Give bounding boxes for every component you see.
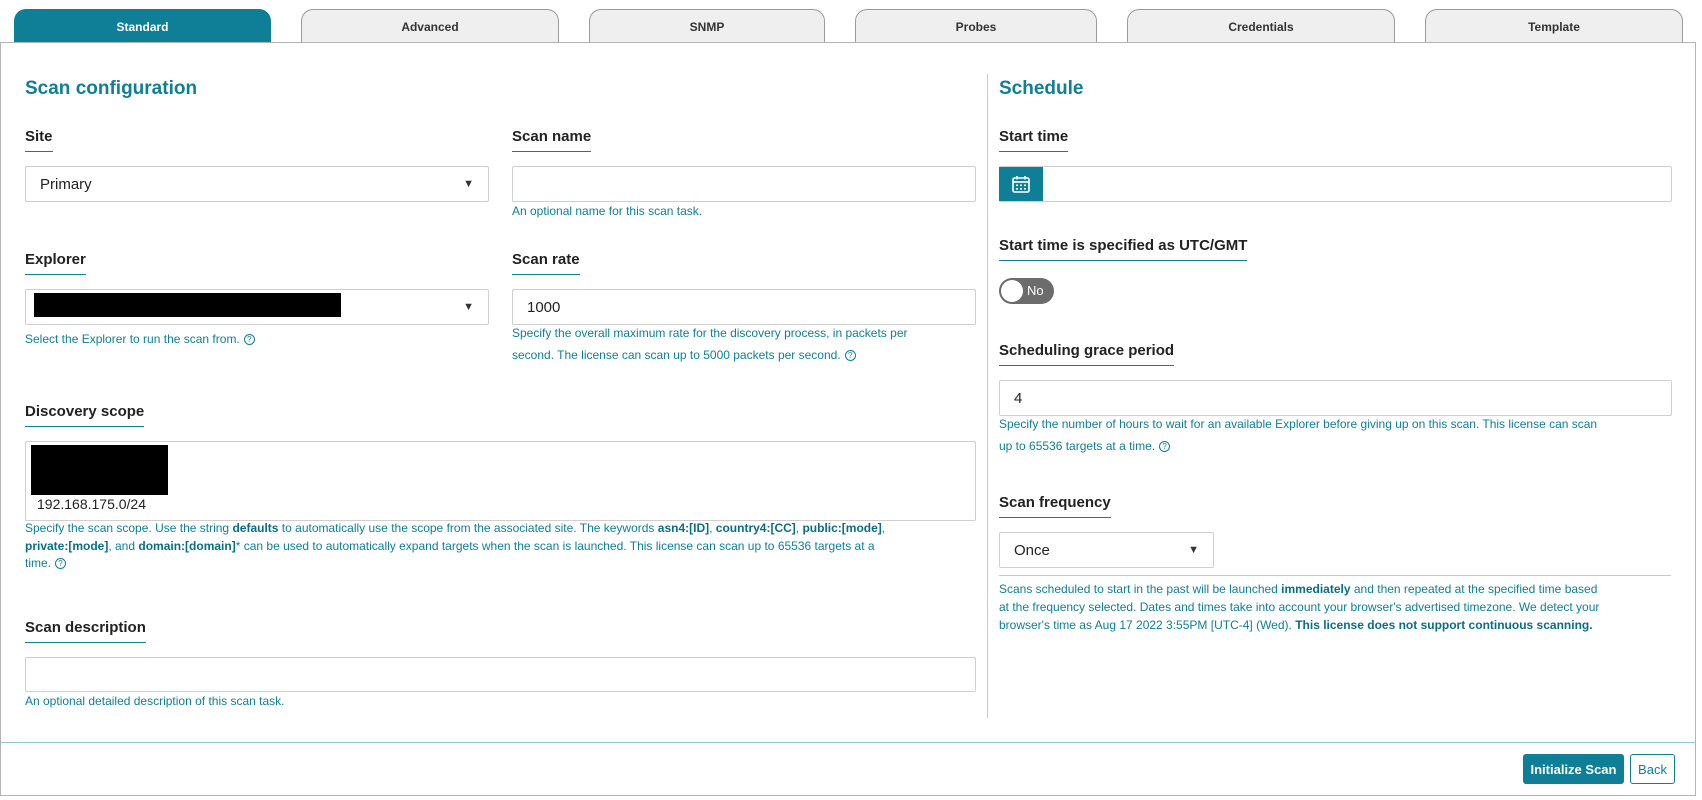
- grace-period-input[interactable]: [999, 380, 1672, 416]
- scan-rate-help: Specify the overall maximum rate for the…: [512, 326, 908, 362]
- discovery-scope-help: Specify the scan scope. Use the string d…: [25, 521, 886, 570]
- utc-toggle[interactable]: No: [999, 278, 1054, 304]
- back-button[interactable]: Back: [1630, 754, 1675, 784]
- grace-period-help: Specify the number of hours to wait for …: [999, 417, 1598, 453]
- start-time-input[interactable]: [999, 166, 1672, 202]
- schedule-title: Schedule: [999, 78, 1084, 99]
- utc-label: Start time is specified as UTC/GMT: [999, 237, 1248, 261]
- scan-rate-label: Scan rate: [512, 251, 580, 275]
- question-circle-icon[interactable]: ?: [844, 350, 856, 361]
- site-label: Site: [25, 128, 53, 152]
- site-select[interactable]: Primary ▼: [25, 166, 489, 202]
- tab-probes[interactable]: Probes: [855, 9, 1097, 43]
- scan-name-label: Scan name: [512, 128, 592, 152]
- start-time-label: Start time: [999, 128, 1069, 152]
- redacted-explorer-name: [34, 293, 341, 317]
- scan-description-textarea[interactable]: [25, 657, 976, 692]
- scan-name-input[interactable]: [512, 166, 976, 202]
- scan-frequency-select[interactable]: Once ▼: [999, 532, 1214, 568]
- tab-advanced[interactable]: Advanced: [301, 9, 559, 43]
- scan-description-help: An optional detailed description of this…: [25, 694, 285, 708]
- chevron-down-icon: ▼: [463, 301, 474, 313]
- grace-period-label: Scheduling grace period: [999, 342, 1175, 366]
- question-circle-icon[interactable]: ?: [55, 558, 67, 569]
- site-select-value: Primary: [40, 175, 92, 193]
- redacted-scope-entry: [31, 445, 168, 495]
- initialize-scan-button[interactable]: Initialize Scan: [1523, 754, 1624, 784]
- calendar-icon: [1012, 176, 1030, 193]
- frequency-divider: [999, 575, 1671, 576]
- explorer-help: Select the Explorer to run the scan from…: [25, 328, 255, 350]
- toggle-knob: [1001, 280, 1023, 302]
- scan-configuration-title: Scan configuration: [25, 78, 198, 99]
- scan-rate-input[interactable]: [512, 289, 976, 325]
- footer-divider: [1, 742, 1695, 743]
- scan-frequency-value: Once: [1014, 541, 1050, 559]
- column-divider: [987, 74, 988, 718]
- chevron-down-icon: ▼: [463, 178, 474, 190]
- explorer-label: Explorer: [25, 251, 86, 275]
- scan-description-label: Scan description: [25, 619, 146, 643]
- chevron-down-icon: ▼: [1188, 544, 1199, 556]
- question-circle-icon[interactable]: ?: [1159, 441, 1171, 452]
- discovery-scope-value: 192.168.175.0/24: [37, 496, 146, 512]
- tab-credentials[interactable]: Credentials: [1127, 9, 1395, 43]
- scan-frequency-label: Scan frequency: [999, 494, 1111, 518]
- utc-toggle-label: No: [1027, 283, 1044, 298]
- scan-name-help: An optional name for this scan task.: [512, 204, 703, 218]
- question-circle-icon[interactable]: ?: [243, 334, 255, 345]
- scan-frequency-help: Scans scheduled to start in the past wil…: [999, 582, 1600, 632]
- tab-snmp[interactable]: SNMP: [589, 9, 825, 43]
- discovery-scope-label: Discovery scope: [25, 403, 145, 427]
- tab-standard[interactable]: Standard: [14, 9, 271, 43]
- calendar-button[interactable]: [999, 167, 1043, 201]
- tab-template[interactable]: Template: [1425, 9, 1683, 43]
